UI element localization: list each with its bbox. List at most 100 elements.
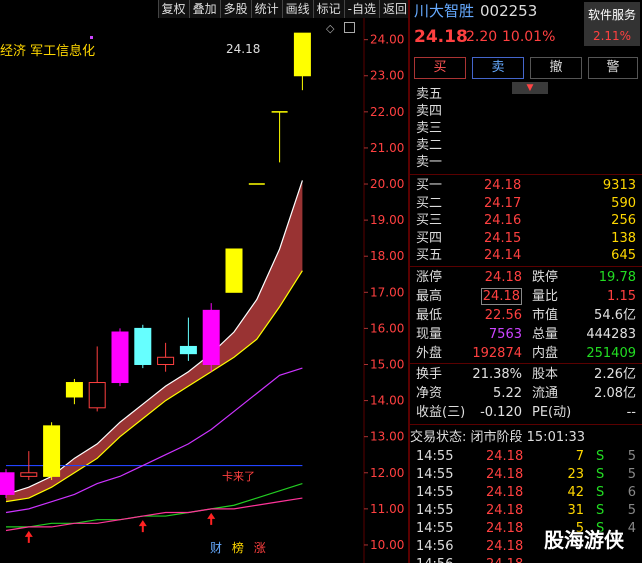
candle-body [65,382,83,398]
stat-row: 最高 24.18 量比 1.15 [410,288,642,305]
buy-level-price: 24.16 [484,213,522,228]
stat-value: 444283 [586,327,636,342]
buy-level-vol: 9313 [602,178,636,193]
y-tick-label: 12.00 [370,466,404,480]
stat-label: 流通 [532,386,559,401]
tick-count: 5 [627,449,636,464]
buy-level-vol: 138 [611,230,636,246]
tag-bang[interactable]: 榜 [232,541,244,555]
tick-side: S [596,485,605,500]
stat-row: 最低 22.56 市值 54.6亿 [410,307,642,324]
buy-level-vol: 645 [611,248,636,263]
kline-svg: 24.00 23.00 22.00 21.00 20.00 19.00 18.00 17.00… [0,18,404,563]
tick-time: 14:55 [416,449,454,464]
cancel-button[interactable]: 撤 [530,57,582,79]
concept-text: 经济 军工信息化 [0,44,96,59]
buy-level-row[interactable]: 买四 24.15 138 [410,230,642,247]
stat-label: 内盘 [532,346,559,361]
sell-button[interactable]: 卖 [472,57,524,79]
buy-level-label: 买一 [416,178,443,193]
buy-level-label: 买四 [416,230,443,246]
y-tick-label: 10.00 [370,538,404,552]
stat-row: 现量 7563 总量 444283 [410,326,642,343]
stat-label: 涨停 [416,270,443,285]
tag-zhang[interactable]: 涨 [254,541,266,555]
tick-time: 14:56 [416,556,453,563]
stat-row: 净资 5.22 流通 2.08亿 [410,385,642,402]
stat-value: 54.6亿 [594,308,636,323]
divider-3 [410,363,642,364]
buy-level-price: 24.15 [484,230,522,246]
ma-pink-line [5,497,303,532]
y-tick-label: 23.00 [370,69,404,83]
stat-label: 最低 [416,308,443,323]
sell-level-row[interactable]: 卖一 [410,154,642,171]
tick-count: 4 [627,521,636,536]
tick-volume: 7 [575,449,584,464]
stat-label: 股本 [532,367,559,382]
stock-code: 002253 [480,2,538,20]
sell-level-label: 卖四 [416,104,443,119]
max-price-label: 24.18 [226,42,261,56]
tick-time: 14:55 [416,503,454,518]
y-tick-label: 16.00 [370,321,404,335]
buy-level-row[interactable]: 买三 24.16 256 [410,212,642,229]
tick-side: S [596,449,605,464]
trade-status: 交易状态: 闭市阶段 15:01:33 [410,430,586,445]
buy-level-row[interactable]: 买五 24.14 645 [410,247,642,264]
stat-row: 收益(三) -0.120 PE(动) -- [410,404,642,421]
sell-level-row[interactable]: 卖五 [410,86,642,103]
tick-side: S [596,503,605,518]
tick-row: 14:56 24.18 [410,556,642,563]
price-line: 24.18 2.20 10.01% [410,29,642,49]
tag-cai[interactable]: 财 [210,541,222,555]
tick-price: 24.18 [486,556,523,563]
stat-label: 现量 [416,327,443,342]
stat-value: 2.08亿 [594,386,636,401]
tick-price: 24.18 [486,539,524,554]
tick-price: 24.18 [486,449,524,464]
tick-price: 24.18 [486,467,524,482]
settings-square-icon[interactable] [344,22,355,33]
annotation-text: 卡来了 [222,470,255,483]
buy-arrow-icon [138,520,147,533]
y-tick-label: 22.00 [370,105,404,119]
candle-body [0,472,15,495]
sell-level-row[interactable]: 卖三 [410,120,642,137]
stat-label: 市值 [532,308,559,323]
alert-button[interactable]: 警 [588,57,638,79]
candle-body [88,382,106,409]
price-change: 2.20 [466,29,498,45]
stock-name: 川大智胜 [414,2,475,20]
stat-label: 净资 [416,386,443,401]
sell-level-row[interactable]: 卖四 [410,103,642,120]
stat-row: 外盘 192874 内盘 251409 [410,345,642,362]
watermark-text: 股海游侠 [544,528,624,552]
buy-button[interactable]: 买 [414,57,466,79]
buy-level-row[interactable]: 买一 24.18 9313 [410,177,642,194]
kline-chart[interactable]: 复权 叠加 多股 统计 画线 标记 -自选 返回 24.00 23.00 22.00… [0,0,410,563]
y-tick-label: 13.00 [370,430,404,444]
divider-4 [410,424,642,425]
stat-value: 19.78 [598,270,636,285]
stat-label: 总量 [532,327,559,342]
buy-level-label: 买五 [416,248,443,263]
sector-label: 软件服务 [587,8,636,22]
candle-body [202,309,220,365]
buy-level-label: 买二 [416,195,443,211]
current-price: 24.18 [414,27,468,47]
diamond-icon[interactable]: ◇ [326,22,334,35]
stat-value: 2.26亿 [594,367,636,382]
buy-arrow-icon [207,512,216,525]
y-tick-label: 15.00 [370,357,404,371]
y-tick-label: 17.00 [370,285,404,299]
stat-row: 涨停 24.18 跌停 19.78 [410,269,642,286]
buy-level-row[interactable]: 买二 24.17 590 [410,195,642,212]
tick-count: 5 [627,503,636,518]
sell-level-row[interactable]: 卖二 [410,137,642,154]
stat-value: 24.18 [484,270,522,285]
y-tick-label: 18.00 [370,249,404,263]
tick-row: 14:55 24.18 31 S 5 [410,502,642,519]
stat-value: 7563 [488,327,522,342]
y-tick-label: 24.00 [370,33,404,47]
